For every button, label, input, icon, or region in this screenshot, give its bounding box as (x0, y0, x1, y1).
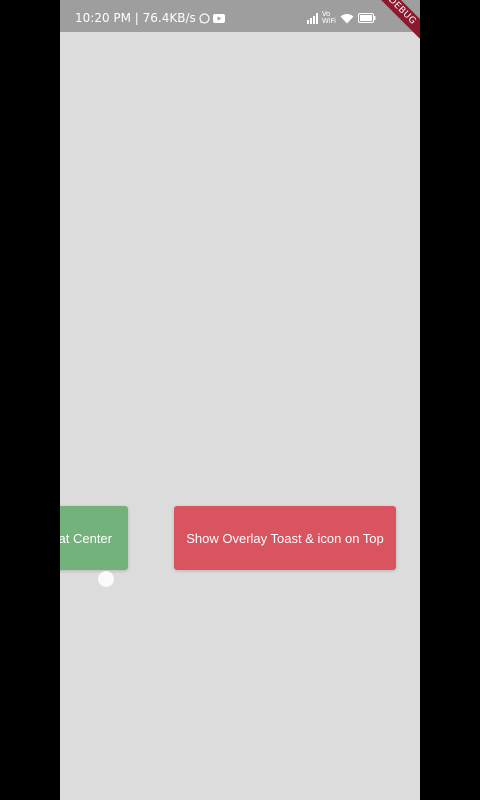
whatsapp-icon (199, 12, 210, 24)
show-toast-top-label: Show Overlay Toast & icon on Top (186, 530, 384, 546)
show-toast-top-button[interactable]: Show Overlay Toast & icon on Top (174, 506, 396, 570)
touch-indicator (98, 571, 114, 587)
debug-banner: DEBUG (368, 0, 420, 45)
youtube-icon (212, 13, 225, 23)
signal-icon (306, 12, 318, 24)
wifi-icon (340, 13, 354, 24)
show-toast-center-button[interactable]: at Center (60, 506, 128, 570)
app-screen: 10:20 PM | 76.4KB/s Vo WiFi DEBUG at Cen… (60, 0, 420, 800)
show-toast-center-label: at Center (60, 530, 112, 546)
vowifi-label-bottom: WiFi (321, 17, 336, 25)
status-bar: 10:20 PM | 76.4KB/s Vo WiFi DEBUG (60, 0, 420, 45)
status-bar-right: Vo WiFi (306, 10, 376, 26)
battery-icon (358, 13, 376, 23)
vowifi-icon: Vo WiFi (322, 11, 336, 25)
status-time-speed: 10:20 PM | 76.4KB/s (75, 11, 196, 25)
status-bar-left: 10:20 PM | 76.4KB/s (75, 10, 225, 26)
